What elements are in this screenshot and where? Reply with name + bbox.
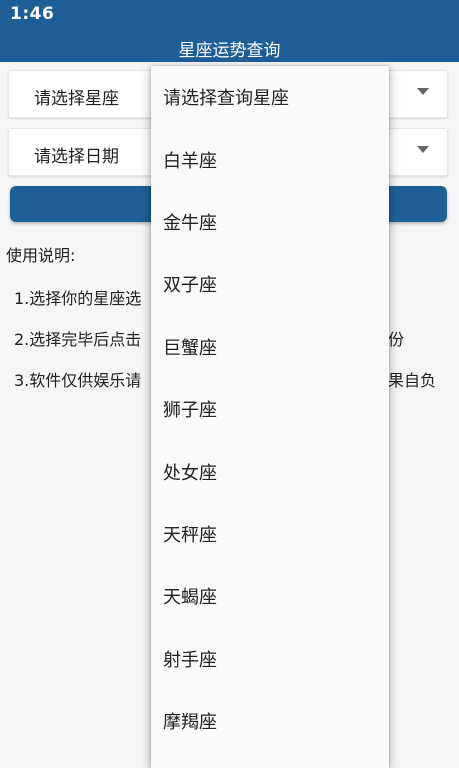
dropdown-item-virgo[interactable]: 处女座 [151, 440, 389, 502]
dropdown-item-placeholder[interactable]: 请选择查询星座 [151, 66, 389, 128]
dropdown-item-capricorn[interactable]: 摩羯座 [151, 690, 389, 752]
dropdown-item-leo[interactable]: 狮子座 [151, 378, 389, 440]
instruction-line-3: 3.软件仅供娱乐请 [14, 371, 142, 390]
page-title: 星座运势查询 [178, 41, 281, 61]
app-header: 1:46 星座运势查询 [0, 0, 459, 62]
dropdown-item-cancer[interactable]: 巨蟹座 [151, 316, 389, 378]
instruction-line-2-tail: 份 [388, 330, 405, 349]
date-spinner-label: 请选择日期 [34, 147, 119, 167]
status-time: 1:46 [10, 4, 55, 24]
instruction-line-3-tail: 果自负 [388, 371, 437, 390]
dropdown-item-libra[interactable]: 天秤座 [151, 503, 389, 565]
dropdown-item-taurus[interactable]: 金牛座 [151, 191, 389, 253]
dropdown-arrow-icon [417, 88, 429, 95]
zodiac-spinner-label: 请选择星座 [34, 89, 119, 109]
app-screen: 1:46 星座运势查询 请选择星座 请选择日期 使用说明: 1.选择你的星座选 … [0, 0, 459, 768]
instruction-line-1: 1.选择你的星座选 [14, 289, 142, 308]
dropdown-item-sagittarius[interactable]: 射手座 [151, 628, 389, 690]
dropdown-item-gemini[interactable]: 双子座 [151, 253, 389, 315]
dropdown-item-aries[interactable]: 白羊座 [151, 128, 389, 190]
instructions-title: 使用说明: [6, 246, 76, 265]
dropdown-arrow-icon [417, 146, 429, 153]
instruction-line-2: 2.选择完毕后点击 [14, 330, 142, 349]
dropdown-item-scorpio[interactable]: 天蝎座 [151, 565, 389, 627]
zodiac-dropdown-menu: 请选择查询星座 白羊座 金牛座 双子座 巨蟹座 狮子座 处女座 天秤座 天蝎座 … [151, 66, 389, 768]
